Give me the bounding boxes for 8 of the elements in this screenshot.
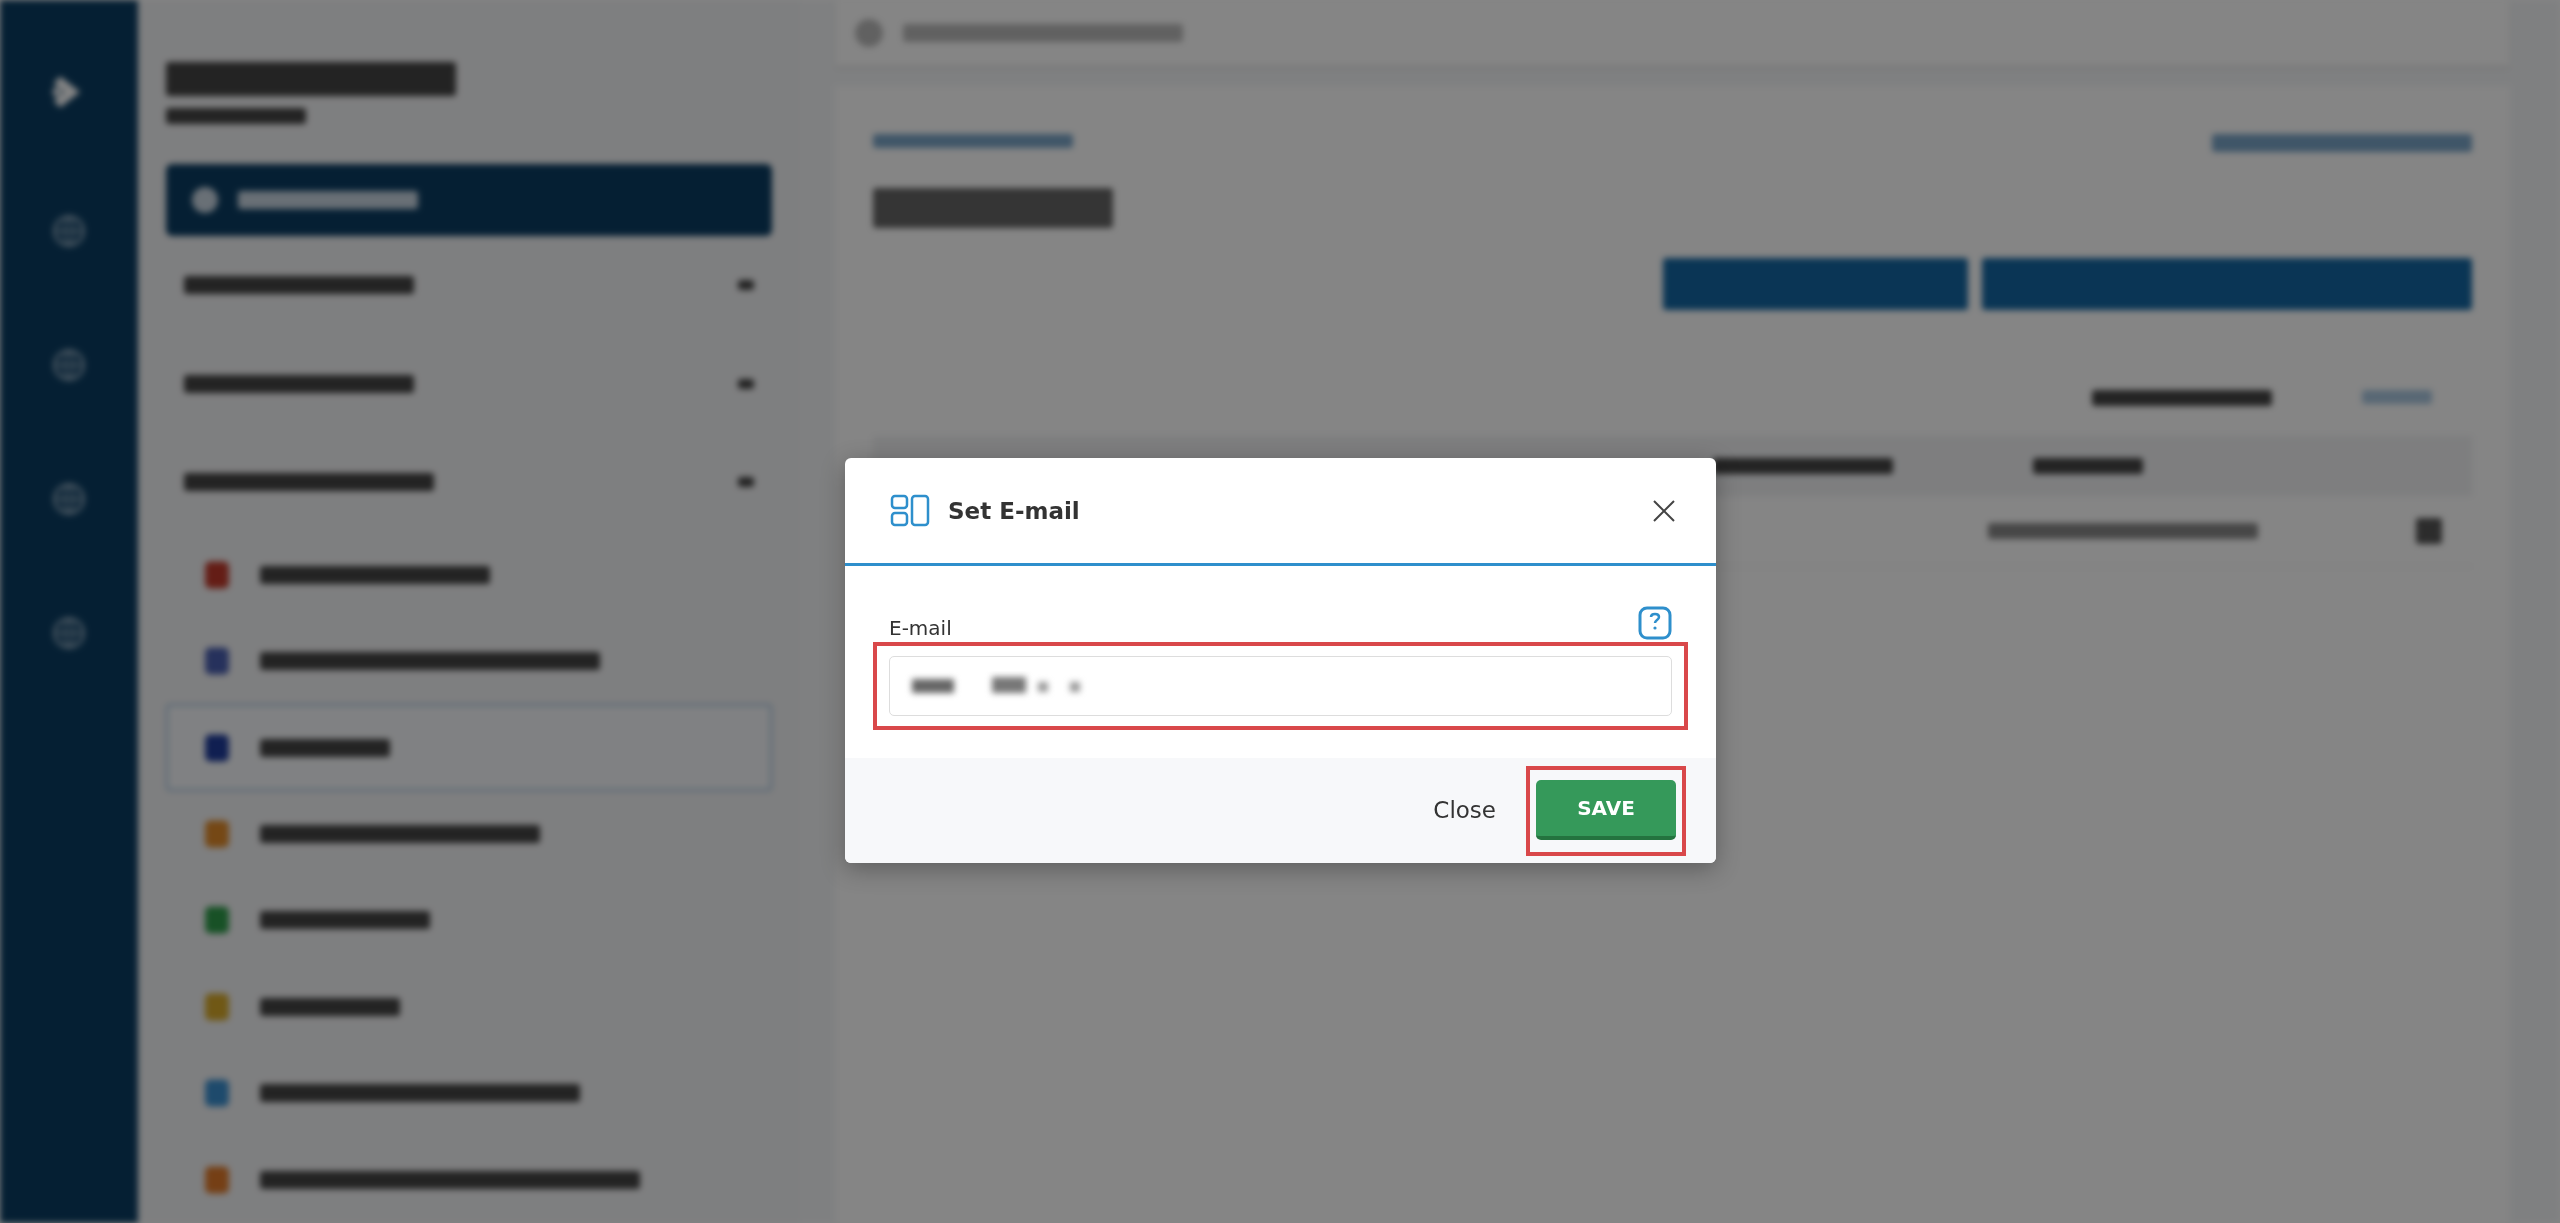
help-icon[interactable]: [1638, 606, 1672, 640]
save-button[interactable]: SAVE: [1536, 779, 1676, 840]
close-button[interactable]: Close: [1423, 788, 1506, 831]
email-field[interactable]: [889, 656, 1672, 716]
layout-icon: [890, 493, 930, 528]
field-label: E-mail: [889, 616, 952, 640]
close-icon[interactable]: [1652, 498, 1676, 523]
dialog-title: Set E-mail: [948, 497, 1081, 524]
